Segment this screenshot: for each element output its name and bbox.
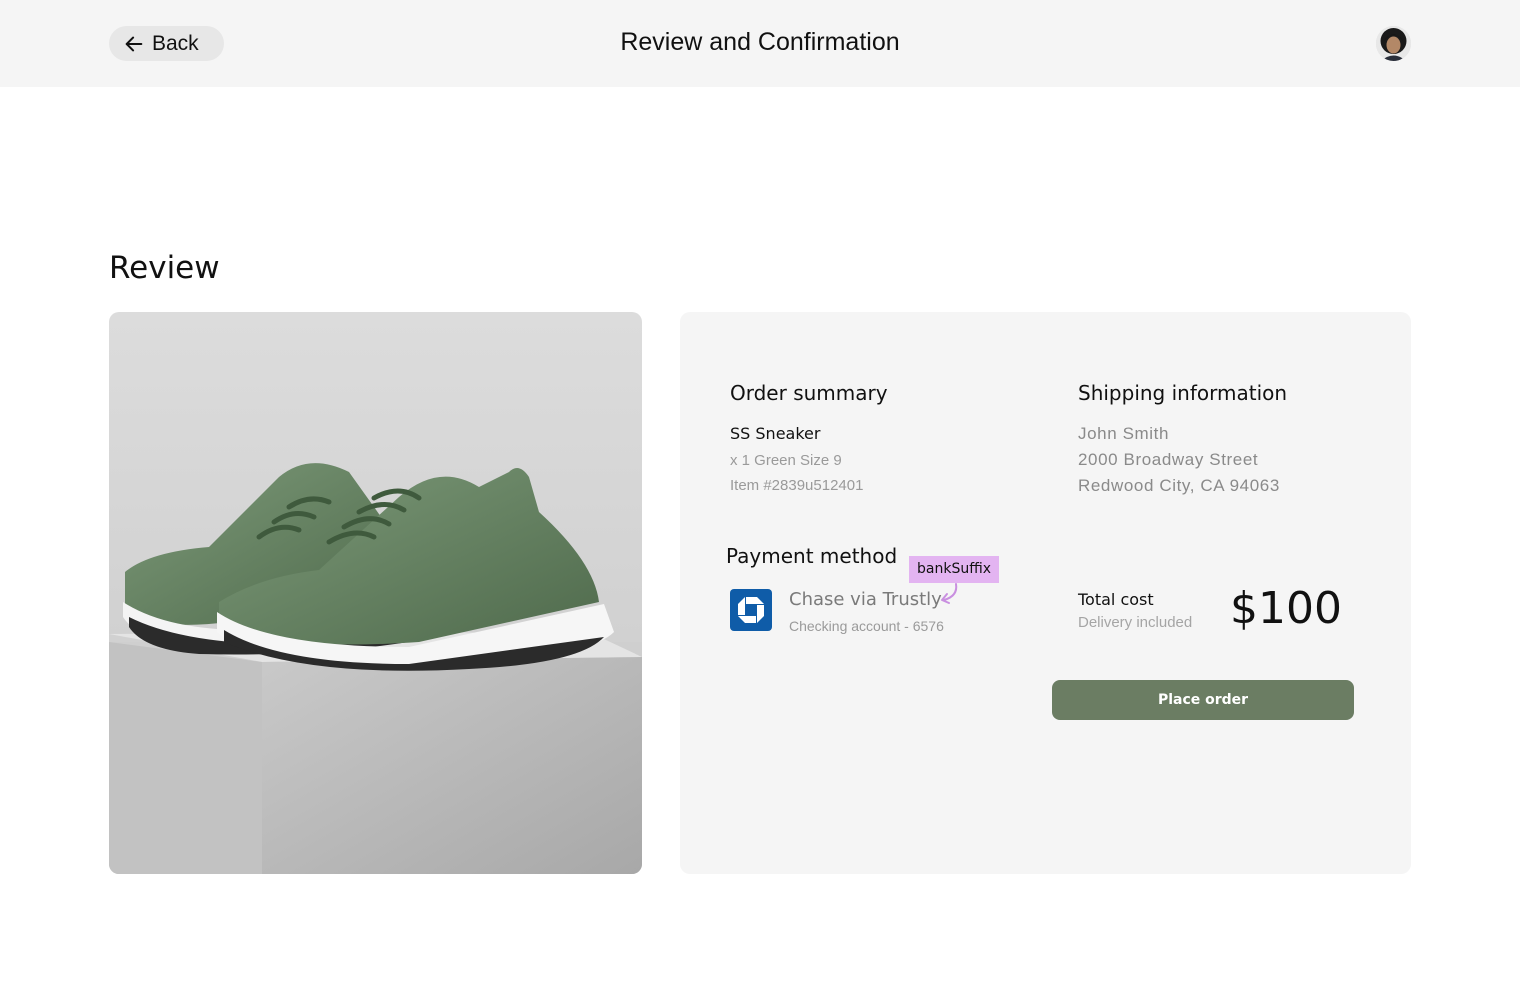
payment-method-name[interactable]: Chase via Trustly	[789, 589, 942, 610]
payment-account: Checking account - 6576	[789, 618, 944, 634]
item-variant: x 1 Green Size 9	[730, 452, 842, 469]
shipping-name: John Smith	[1078, 424, 1170, 443]
shipping-city: Redwood City, CA 94063	[1078, 476, 1280, 495]
avatar-image	[1376, 26, 1411, 61]
arrow-left-icon	[125, 36, 143, 51]
item-name: SS Sneaker	[730, 424, 821, 443]
shipping-street: 2000 Broadway Street	[1078, 450, 1259, 469]
order-details-card: Order summary SS Sneaker x 1 Green Size …	[680, 312, 1411, 874]
place-order-button[interactable]: Place order	[1052, 680, 1354, 720]
order-summary-heading: Order summary	[730, 381, 888, 405]
delivery-included-note: Delivery included	[1078, 614, 1193, 631]
top-bar: Back Review and Confirmation	[0, 0, 1520, 87]
back-button[interactable]: Back	[109, 26, 224, 61]
total-price: $100	[1230, 583, 1342, 634]
product-image	[109, 312, 642, 874]
payment-method-heading: Payment method	[726, 544, 898, 568]
bank-suffix-annotation: bankSuffix	[909, 556, 1000, 583]
shipping-heading: Shipping information	[1078, 381, 1288, 405]
item-number: Item #2839u512401	[730, 477, 864, 494]
user-avatar-icon[interactable]	[1376, 26, 1411, 61]
back-label: Back	[152, 31, 199, 55]
total-cost-label: Total cost	[1078, 590, 1154, 609]
chase-bank-logo-icon	[730, 589, 772, 631]
curved-arrow-icon	[941, 583, 958, 604]
green-sneaker-photo	[109, 312, 642, 874]
section-title: Review	[109, 250, 220, 286]
page-title: Review and Confirmation	[620, 28, 900, 56]
